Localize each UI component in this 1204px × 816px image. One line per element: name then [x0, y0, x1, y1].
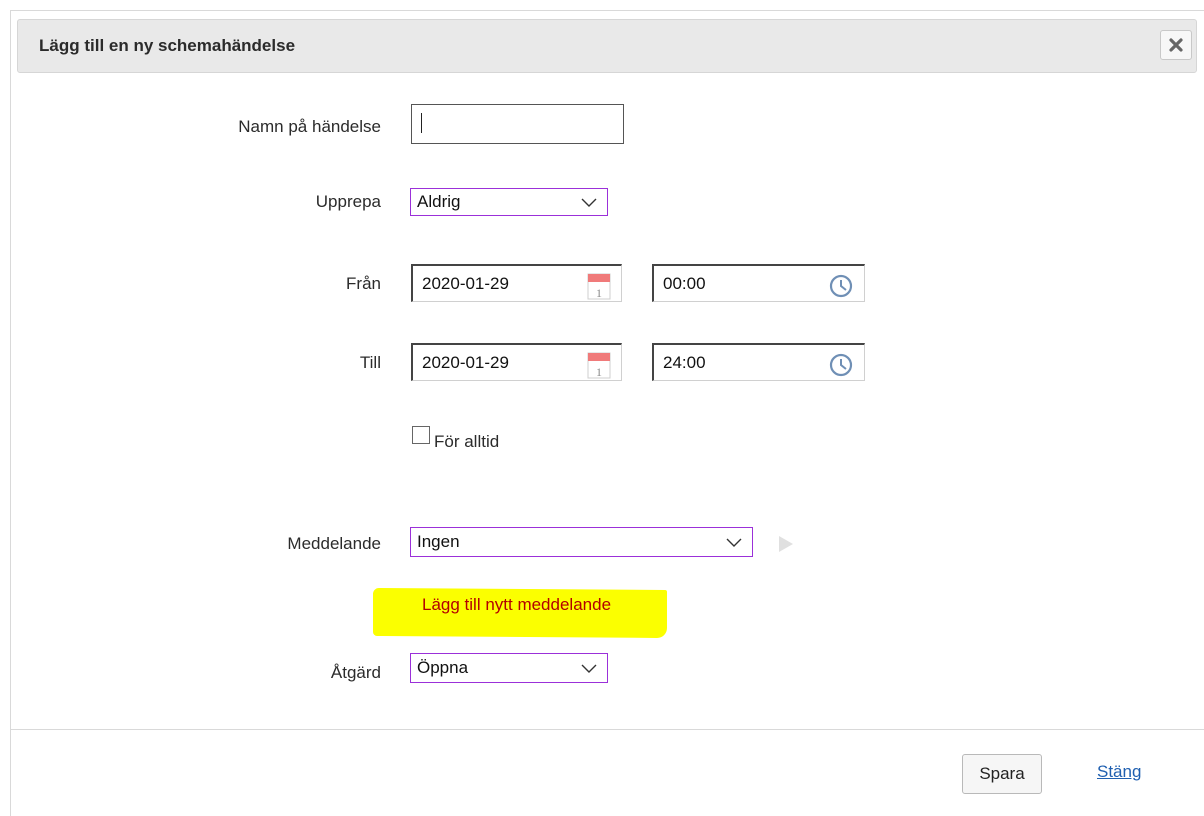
- svg-text:1: 1: [596, 365, 602, 379]
- schedule-event-dialog: Lägg till en ny schemahändelse Namn på h…: [10, 10, 1204, 816]
- chevron-down-icon: [581, 198, 597, 207]
- from-time-value: 00:00: [663, 274, 706, 293]
- repeat-selected-value: Aldrig: [417, 192, 461, 211]
- action-label: Åtgärd: [330, 663, 381, 682]
- to-date-value: 2020-01-29: [422, 353, 509, 372]
- clock-icon[interactable]: [828, 273, 854, 299]
- to-time-value: 24:00: [663, 353, 706, 372]
- from-date-value: 2020-01-29: [422, 274, 509, 293]
- save-button[interactable]: Spara: [962, 754, 1042, 794]
- action-selected-value: Öppna: [417, 658, 469, 677]
- to-time-input[interactable]: 24:00: [652, 343, 865, 381]
- calendar-icon[interactable]: 1: [587, 350, 611, 380]
- forever-label[interactable]: För alltid: [434, 432, 499, 452]
- from-time-input[interactable]: 00:00: [652, 264, 865, 302]
- message-selected-value: Ingen: [417, 532, 460, 551]
- from-date-input[interactable]: 2020-01-29 1: [411, 264, 622, 302]
- svg-text:1: 1: [596, 286, 602, 300]
- add-new-message-link[interactable]: Lägg till nytt meddelande: [422, 595, 611, 615]
- to-date-input[interactable]: 2020-01-29 1: [411, 343, 622, 381]
- forever-checkbox[interactable]: [412, 426, 430, 444]
- dialog-titlebar: Lägg till en ny schemahändelse: [17, 19, 1197, 73]
- from-label: Från: [346, 274, 381, 293]
- calendar-icon[interactable]: 1: [587, 271, 611, 301]
- play-icon[interactable]: [778, 535, 794, 553]
- close-dialog-button[interactable]: [1160, 30, 1192, 60]
- dialog-title: Lägg till en ny schemahändelse: [39, 36, 296, 55]
- action-select[interactable]: Öppna: [410, 653, 608, 683]
- close-x-icon: [1169, 38, 1183, 52]
- message-label: Meddelande: [287, 534, 381, 553]
- repeat-label: Upprepa: [315, 192, 381, 211]
- close-link[interactable]: Stäng: [1097, 762, 1141, 782]
- to-label: Till: [359, 353, 381, 372]
- message-select[interactable]: Ingen: [410, 527, 753, 557]
- footer-divider: [11, 729, 1204, 730]
- repeat-select[interactable]: Aldrig: [410, 188, 608, 216]
- clock-icon[interactable]: [828, 352, 854, 378]
- event-name-input[interactable]: [411, 104, 624, 144]
- chevron-down-icon: [581, 664, 597, 673]
- text-caret: [421, 113, 422, 133]
- chevron-down-icon: [726, 538, 742, 547]
- event-name-label: Namn på händelse: [238, 117, 381, 136]
